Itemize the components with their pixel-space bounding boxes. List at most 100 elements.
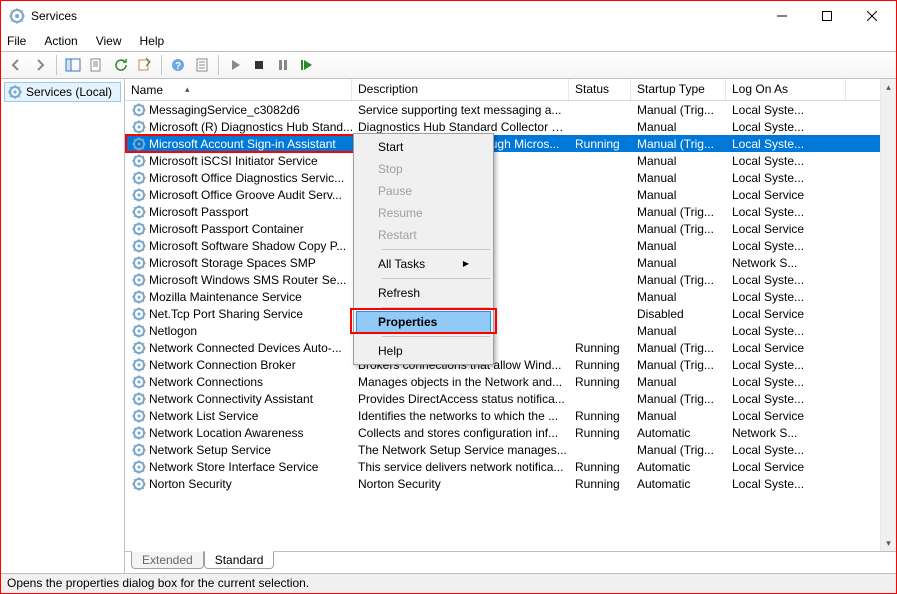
- forward-button[interactable]: [29, 54, 51, 76]
- service-row[interactable]: Microsoft Windows SMS Router Se...d on r…: [125, 271, 880, 288]
- vertical-scrollbar[interactable]: ▴ ▾: [880, 79, 896, 551]
- service-icon: [131, 170, 147, 186]
- service-row[interactable]: Norton SecurityNorton SecurityRunningAut…: [125, 475, 880, 492]
- context-menu-all-tasks[interactable]: All Tasks: [356, 253, 491, 275]
- tab-extended[interactable]: Extended: [131, 551, 204, 569]
- service-row[interactable]: Mozilla Maintenance ServiceService ens..…: [125, 288, 880, 305]
- service-startup: Automatic: [631, 426, 726, 440]
- service-row[interactable]: Microsoft Passporton for crypto...Manual…: [125, 203, 880, 220]
- service-row[interactable]: Netlogonnnel between ...ManualLocal Syst…: [125, 322, 880, 339]
- title-bar: Services: [1, 1, 896, 31]
- service-row[interactable]: Microsoft iSCSI Initiator Service(iSCSI)…: [125, 152, 880, 169]
- menu-file[interactable]: File: [7, 34, 26, 48]
- column-header-status[interactable]: Status: [569, 79, 631, 100]
- service-row[interactable]: Network Setup ServiceThe Network Setup S…: [125, 441, 880, 458]
- maximize-button[interactable]: [804, 2, 849, 30]
- service-name: Microsoft Software Shadow Copy P...: [149, 239, 346, 253]
- service-startup: Manual: [631, 375, 726, 389]
- service-icon: [131, 255, 147, 271]
- context-menu-properties[interactable]: Properties: [356, 311, 491, 333]
- service-logon: Local Service: [726, 341, 846, 355]
- service-row[interactable]: Microsoft (R) Diagnostics Hub Stand...Di…: [125, 118, 880, 135]
- service-row[interactable]: Network Connection BrokerBrokers connect…: [125, 356, 880, 373]
- service-row[interactable]: Network List Service Identifies the netwo…: [125, 407, 880, 424]
- properties-button[interactable]: [191, 54, 213, 76]
- start-service-button[interactable]: [224, 54, 246, 76]
- service-icon: [131, 238, 147, 254]
- service-icon: [131, 187, 147, 203]
- service-row[interactable]: Microsoft Storage Spaces SMProsoft Stora…: [125, 254, 880, 271]
- service-logon: Network S...: [726, 256, 846, 270]
- service-name: Microsoft Account Sign-in Assistant: [149, 137, 336, 151]
- service-row[interactable]: Microsoft Office Groove Audit Serv...Man…: [125, 186, 880, 203]
- service-list: MessagingService_c3082d6Service supporti…: [125, 101, 880, 492]
- service-row[interactable]: Microsoft Passport Containerntity keys u…: [125, 220, 880, 237]
- service-row[interactable]: Microsoft Office Diagnostics Servic...ft…: [125, 169, 880, 186]
- column-header-logon[interactable]: Log On As: [726, 79, 846, 100]
- service-description: Service supporting text messaging a...: [352, 103, 569, 117]
- service-row[interactable]: MessagingService_c3082d6Service supporti…: [125, 101, 880, 118]
- menu-view[interactable]: View: [96, 34, 122, 48]
- scroll-up-icon[interactable]: ▴: [881, 79, 897, 95]
- service-status: Running: [569, 341, 631, 355]
- show-hide-tree-button[interactable]: [62, 54, 84, 76]
- context-menu-restart: Restart: [356, 224, 491, 246]
- service-logon: Local Syste...: [726, 137, 846, 151]
- column-header-startup[interactable]: Startup Type: [631, 79, 726, 100]
- service-icon: [131, 391, 147, 407]
- export-list-button[interactable]: [86, 54, 108, 76]
- context-menu-start[interactable]: Start: [356, 136, 491, 158]
- service-name: Mozilla Maintenance Service: [149, 290, 302, 304]
- service-logon: Local Syste...: [726, 154, 846, 168]
- service-row[interactable]: Microsoft Software Shadow Copy P...ed vo…: [125, 237, 880, 254]
- column-header-description[interactable]: Description: [352, 79, 569, 100]
- service-logon: Local Service: [726, 460, 846, 474]
- service-row[interactable]: Network Store Interface ServiceThis serv…: [125, 458, 880, 475]
- service-description: Provides DirectAccess status notifica...: [352, 392, 569, 406]
- pause-service-button[interactable]: [272, 54, 294, 76]
- context-menu-refresh[interactable]: Refresh: [356, 282, 491, 304]
- service-row[interactable]: Network ConnectionsManages objects in th…: [125, 373, 880, 390]
- refresh-button[interactable]: [110, 54, 132, 76]
- service-description: This service delivers network notifica..…: [352, 460, 569, 474]
- service-startup: Manual (Trig...: [631, 103, 726, 117]
- help-button[interactable]: ?: [167, 54, 189, 76]
- export-button[interactable]: [134, 54, 156, 76]
- close-button[interactable]: [849, 2, 894, 30]
- service-icon: [131, 102, 147, 118]
- service-startup: Manual (Trig...: [631, 392, 726, 406]
- service-description: Collects and stores configuration inf...: [352, 426, 569, 440]
- restart-service-button[interactable]: [296, 54, 318, 76]
- tab-standard[interactable]: Standard: [204, 551, 275, 569]
- service-name: Microsoft Storage Spaces SMP: [149, 256, 316, 270]
- service-row[interactable]: Network Connected Devices Auto-...vices …: [125, 339, 880, 356]
- menu-action[interactable]: Action: [44, 34, 77, 48]
- service-status: Running: [569, 409, 631, 423]
- service-row[interactable]: Net.Tcp Port Sharing Servicee TCP ports …: [125, 305, 880, 322]
- service-name: Microsoft Passport Container: [149, 222, 304, 236]
- service-logon: Local Syste...: [726, 375, 846, 389]
- toolbar: ?: [1, 51, 896, 79]
- service-logon: Local Syste...: [726, 205, 846, 219]
- service-startup: Manual (Trig...: [631, 205, 726, 219]
- stop-service-button[interactable]: [248, 54, 270, 76]
- service-logon: Local Syste...: [726, 324, 846, 338]
- back-button[interactable]: [5, 54, 27, 76]
- service-description: Identifies the networks to which the ...: [352, 409, 569, 423]
- service-icon: [131, 425, 147, 441]
- service-startup: Manual: [631, 239, 726, 253]
- service-row[interactable]: Network Connectivity AssistantProvides D…: [125, 390, 880, 407]
- service-startup: Manual: [631, 409, 726, 423]
- minimize-button[interactable]: [759, 2, 804, 30]
- service-icon: [131, 442, 147, 458]
- service-row[interactable]: Network Location AwarenessCollects and s…: [125, 424, 880, 441]
- service-row[interactable]: Microsoft Account Sign-in AssistantEnabl…: [125, 135, 880, 152]
- column-header-name[interactable]: Name▴: [125, 79, 352, 100]
- context-menu-help[interactable]: Help: [356, 340, 491, 362]
- service-logon: Local Syste...: [726, 392, 846, 406]
- context-menu-stop: Stop: [356, 158, 491, 180]
- menu-help[interactable]: Help: [140, 34, 165, 48]
- tree-item-services-local[interactable]: Services (Local): [4, 82, 121, 102]
- scroll-down-icon[interactable]: ▾: [881, 535, 897, 551]
- service-name: Network List Service: [149, 409, 258, 423]
